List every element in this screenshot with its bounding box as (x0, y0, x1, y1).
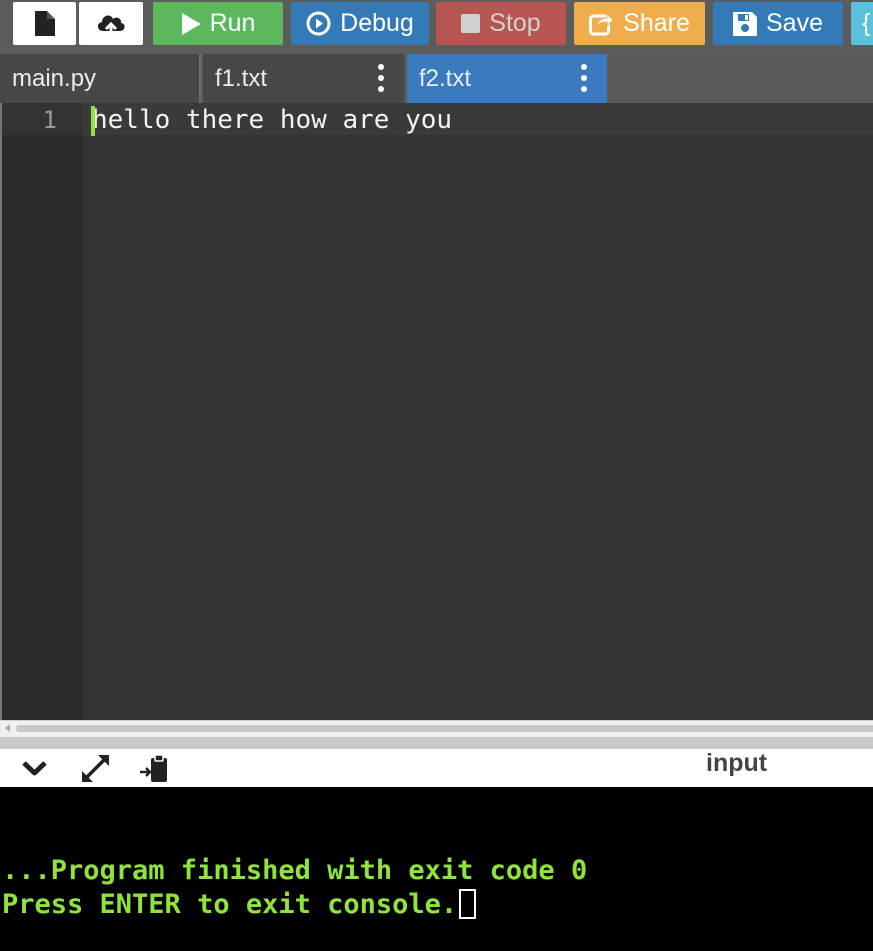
terminal-cursor (459, 889, 477, 919)
stop-icon (461, 14, 481, 33)
tab-label: f2.txt (419, 64, 472, 92)
tab-f1-txt[interactable]: f1.txt (203, 54, 404, 103)
collapse-console-button[interactable] (21, 749, 48, 787)
copy-output-button[interactable] (140, 749, 169, 787)
tab-label: main.py (12, 64, 97, 92)
line-number-gutter (2, 103, 83, 720)
chevron-down-icon (22, 761, 47, 776)
scrollbar-thumb[interactable] (16, 725, 873, 732)
panel-resize-handle[interactable] (0, 737, 873, 749)
upload-file-button[interactable] (79, 2, 143, 45)
floppy-disk-icon (733, 11, 757, 36)
console-line: ...Program finished with exit code 0 (2, 855, 588, 886)
scroll-left-arrow-icon[interactable] (5, 724, 10, 732)
line-number: 1 (42, 106, 57, 134)
tab-label: f1.txt (215, 64, 268, 92)
console-line-prompt: Press ENTER to exit console. (2, 889, 477, 921)
expand-icon (82, 754, 109, 782)
play-icon (181, 12, 201, 35)
share-button[interactable]: Share (574, 2, 705, 45)
save-button[interactable]: Save (713, 2, 843, 45)
clipboard-icon (140, 753, 167, 782)
console-line: Press ENTER to exit console. (2, 889, 458, 920)
console-output[interactable]: ...Program finished with exit code 0 Pre… (0, 787, 873, 951)
code-editor[interactable]: 1 hello there how are you (0, 103, 873, 720)
cloud-upload-icon (97, 14, 125, 37)
more-options-icon[interactable] (378, 64, 384, 92)
editor-left-border (0, 103, 2, 737)
run-label: Run (209, 9, 256, 37)
tab-divider (199, 54, 201, 103)
save-label: Save (766, 9, 823, 37)
text-cursor (91, 106, 95, 136)
expand-console-button[interactable] (80, 749, 111, 787)
file-icon (34, 11, 55, 36)
run-button[interactable]: Run (153, 2, 283, 45)
new-file-button[interactable] (13, 2, 76, 45)
stop-label: Stop (489, 9, 541, 37)
horizontal-scrollbar[interactable] (0, 720, 873, 737)
tab-main-py[interactable]: main.py (0, 54, 199, 103)
stop-button[interactable]: Stop (436, 2, 566, 45)
circle-play-icon (306, 11, 331, 36)
tab-f2-txt[interactable]: f2.txt (407, 54, 607, 103)
code-line[interactable]: hello there how are you (92, 107, 452, 133)
file-tabs: main.py f1.txt f2.txt (0, 54, 873, 103)
debug-label: Debug (340, 9, 414, 37)
beautify-button[interactable]: { (851, 2, 873, 45)
beautify-label: { (862, 9, 871, 37)
more-options-icon[interactable] (581, 64, 587, 92)
debug-button[interactable]: Debug (291, 2, 429, 45)
toolbar: Run Debug Stop Share Save { (0, 0, 873, 54)
input-label: input (706, 749, 768, 777)
share-icon (589, 12, 614, 36)
share-label: Share (623, 9, 690, 37)
console-toolbar: input (0, 749, 873, 787)
